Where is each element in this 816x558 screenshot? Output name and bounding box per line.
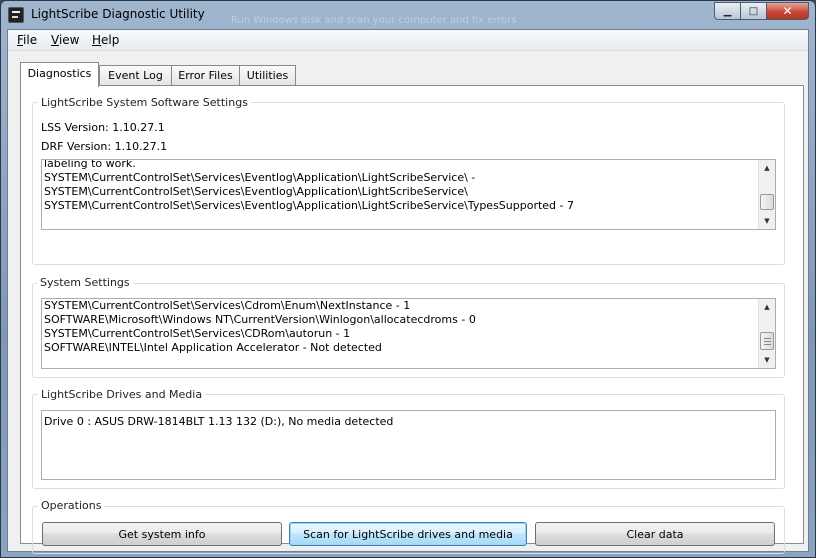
background-window-text: Run Windows disk and scan your computer … (231, 15, 517, 26)
menu-view[interactable]: View (51, 33, 79, 47)
menu-bar: File View Help (8, 30, 808, 51)
lightscribe-app-icon[interactable] (8, 7, 24, 23)
software-settings-textbox[interactable]: labeling to work. SYSTEM\CurrentControlS… (41, 159, 776, 230)
drives-title: LightScribe Drives and Media (38, 388, 206, 401)
thumb-grip-icon (764, 344, 771, 345)
scroll-up-arrow-icon[interactable]: ▲ (759, 160, 775, 176)
get-system-info-button[interactable]: Get system info (42, 522, 282, 546)
drive-line: Drive 0 : ASUS DRW-1814BLT 1.13 132 (D:)… (44, 415, 394, 428)
thumb-grip-icon (764, 341, 771, 342)
system-line: SOFTWARE\INTEL\Intel Application Acceler… (44, 341, 382, 354)
scroll-down-arrow-icon[interactable]: ▼ (759, 213, 775, 229)
tab-event-log[interactable]: Event Log (99, 65, 172, 86)
window-controls: ▁ □ ✕ (714, 2, 809, 20)
diagnostics-panel: LightScribe System Software Settings LSS… (20, 85, 804, 554)
window-title: LightScribe Diagnostic Utility (31, 7, 205, 21)
system-settings-scrollbar[interactable]: ▲ ▼ (758, 299, 775, 368)
system-line: SYSTEM\CurrentControlSet\Services\CDRom\… (44, 327, 351, 340)
clear-data-label: Clear data (626, 527, 684, 541)
menu-help-label: elp (101, 33, 120, 47)
app-window: LightScribe Diagnostic Utility Run Windo… (0, 0, 816, 558)
menu-view-mnemonic: V (51, 33, 59, 47)
software-line: labeling to work. (44, 159, 136, 170)
menu-help[interactable]: Help (92, 33, 119, 47)
tab-error-files[interactable]: Error Files (171, 65, 240, 86)
tab-error-files-label: Error Files (178, 69, 233, 82)
system-line: SOFTWARE\Microsoft\Windows NT\CurrentVer… (44, 313, 476, 326)
tab-utilities-label: Utilities (246, 69, 289, 82)
close-button[interactable]: ✕ (766, 2, 809, 20)
menu-help-mnemonic: H (92, 33, 102, 47)
software-settings-scrollbar[interactable]: ▲ ▼ (758, 160, 775, 229)
scroll-up-arrow-icon[interactable]: ▲ (759, 299, 775, 315)
lss-version-label: LSS Version: 1.10.27.1 (41, 121, 165, 134)
drives-textbox[interactable]: Drive 0 : ASUS DRW-1814BLT 1.13 132 (D:)… (41, 410, 776, 480)
scan-drives-button[interactable]: Scan for LightScribe drives and media (289, 522, 527, 546)
scroll-thumb[interactable] (760, 332, 774, 350)
tab-event-log-label: Event Log (108, 69, 163, 82)
drf-version-label: DRF Version: 1.10.27.1 (41, 140, 168, 153)
client-area: File View Help Diagnostics Event Log Err… (7, 29, 809, 554)
minimize-icon: ▁ (723, 5, 732, 17)
maximize-button[interactable]: □ (740, 2, 767, 20)
system-settings-title: System Settings (37, 276, 133, 289)
system-settings-textbox[interactable]: SYSTEM\CurrentControlSet\Services\Cdrom\… (41, 298, 776, 369)
tab-diagnostics[interactable]: Diagnostics (20, 62, 99, 87)
menu-file-label: ile (23, 33, 38, 47)
minimize-button[interactable]: ▁ (714, 2, 741, 20)
tab-diagnostics-label: Diagnostics (27, 67, 92, 80)
scroll-thumb[interactable] (760, 194, 774, 210)
close-icon: ✕ (782, 4, 793, 18)
menu-file[interactable]: File (17, 33, 37, 47)
scroll-down-arrow-icon[interactable]: ▼ (759, 352, 775, 368)
tab-utilities[interactable]: Utilities (239, 65, 296, 86)
operations-title: Operations (38, 499, 105, 512)
software-line: SYSTEM\CurrentControlSet\Services\Eventl… (44, 171, 476, 184)
software-line: SYSTEM\CurrentControlSet\Services\Eventl… (44, 199, 575, 212)
software-settings-title: LightScribe System Software Settings (38, 96, 251, 109)
maximize-icon: □ (748, 5, 759, 17)
system-line: SYSTEM\CurrentControlSet\Services\Cdrom\… (44, 299, 411, 312)
clear-data-button[interactable]: Clear data (535, 522, 775, 546)
scan-drives-label: Scan for LightScribe drives and media (303, 527, 513, 541)
get-system-info-label: Get system info (118, 527, 206, 541)
thumb-grip-icon (764, 338, 771, 339)
software-line: SYSTEM\CurrentControlSet\Services\Eventl… (44, 185, 468, 198)
menu-view-label: iew (58, 33, 80, 47)
title-bar[interactable]: LightScribe Diagnostic Utility Run Windo… (1, 1, 815, 29)
